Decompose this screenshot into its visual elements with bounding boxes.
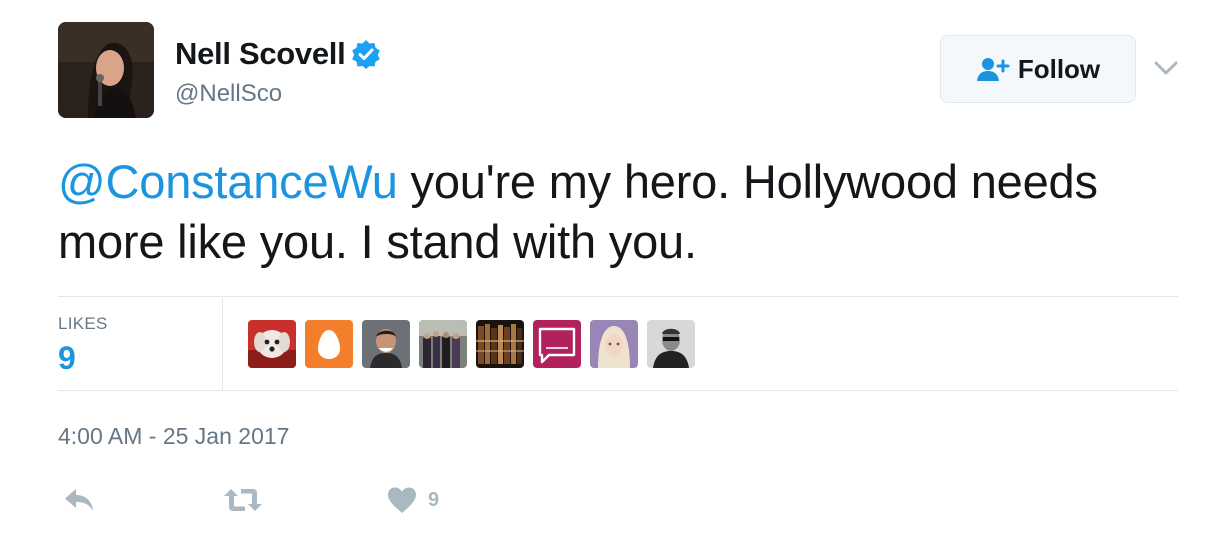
woman-photo bbox=[590, 320, 638, 368]
retweet-icon bbox=[224, 489, 262, 511]
liker-avatar[interactable] bbox=[590, 320, 638, 368]
liker-avatar[interactable] bbox=[248, 320, 296, 368]
liker-avatar[interactable] bbox=[419, 320, 467, 368]
books-photo bbox=[476, 320, 524, 368]
follow-button-label: Follow bbox=[1017, 53, 1101, 84]
user-handle[interactable]: @NellSco bbox=[175, 80, 282, 108]
reply-button[interactable] bbox=[62, 482, 96, 518]
likes-label[interactable]: LIKES bbox=[58, 314, 108, 334]
like-button[interactable]: 9 bbox=[386, 482, 439, 518]
follow-button[interactable]: Follow bbox=[940, 35, 1136, 103]
dog-photo bbox=[248, 320, 296, 368]
heart-icon bbox=[388, 487, 416, 513]
liker-avatar[interactable] bbox=[476, 320, 524, 368]
user-name[interactable]: Nell Scovell bbox=[175, 36, 346, 72]
user-name-row[interactable]: Nell Scovell bbox=[175, 36, 381, 72]
divider bbox=[58, 296, 1178, 297]
bw-man-photo bbox=[647, 320, 695, 368]
egg-avatar bbox=[305, 320, 353, 368]
retweet-button[interactable] bbox=[222, 482, 264, 518]
standwithpp-badge bbox=[533, 320, 581, 368]
reply-icon bbox=[65, 489, 93, 511]
chevron-down-icon[interactable] bbox=[1152, 56, 1180, 80]
follow-person-icon bbox=[976, 58, 1010, 81]
profile-photo bbox=[58, 22, 154, 118]
tweet-timestamp[interactable]: 4:00 AM - 25 Jan 2017 bbox=[58, 423, 289, 450]
divider bbox=[58, 390, 1178, 391]
man-photo bbox=[362, 320, 410, 368]
avatar[interactable] bbox=[58, 22, 154, 118]
liker-avatar[interactable] bbox=[533, 320, 581, 368]
group-photo bbox=[419, 320, 467, 368]
liker-avatar[interactable] bbox=[305, 320, 353, 368]
tweet-text: @ConstanceWu you're my hero. Hollywood n… bbox=[58, 152, 1158, 272]
liker-avatar[interactable] bbox=[647, 320, 695, 368]
likes-count[interactable]: 9 bbox=[58, 340, 76, 377]
likers-list bbox=[248, 320, 695, 368]
stats-divider bbox=[222, 298, 223, 390]
liker-avatar[interactable] bbox=[362, 320, 410, 368]
mention-link[interactable]: @ConstanceWu bbox=[58, 155, 398, 208]
verified-badge-icon bbox=[352, 40, 381, 69]
like-count: 9 bbox=[428, 488, 440, 511]
